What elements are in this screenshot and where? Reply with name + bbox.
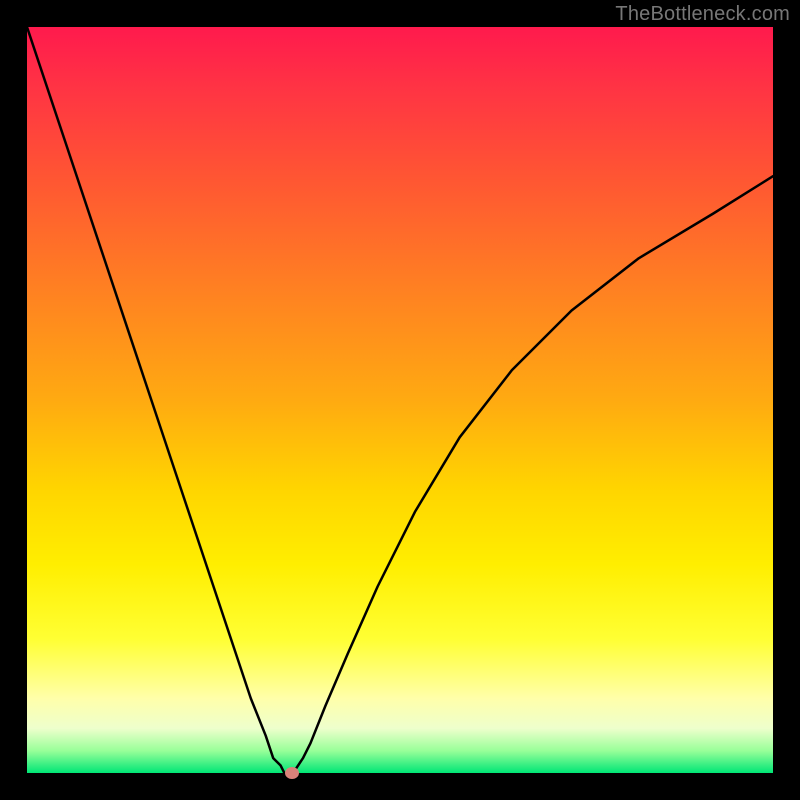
chart-frame: TheBottleneck.com [0,0,800,800]
curve-svg [27,27,773,773]
plot-area [27,27,773,773]
bottleneck-curve [27,27,773,773]
watermark-text: TheBottleneck.com [615,3,790,26]
optimal-point-marker [285,767,299,779]
